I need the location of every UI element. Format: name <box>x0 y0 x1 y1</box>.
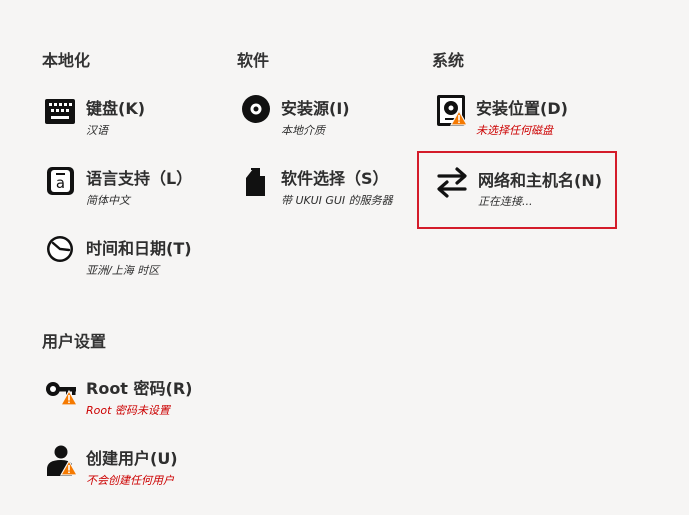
spoke-network-hostname-status: 正在连接... <box>478 195 533 208</box>
spoke-install-source-title: 安装源(I) <box>281 99 350 118</box>
spoke-user-creation-title: 创建用户(U) <box>86 449 178 468</box>
clock-icon <box>47 236 73 262</box>
spoke-software-selection-status: 带 UKUI GUI 的服务器 <box>281 194 393 207</box>
spoke-install-source[interactable]: 安装源(I) 本地介质 <box>237 95 433 165</box>
key-warning-icon <box>46 382 78 406</box>
spoke-datetime[interactable]: 时间和日期(T) 亚洲/上海 时区 <box>42 235 238 305</box>
spoke-install-source-status: 本地介质 <box>281 124 325 137</box>
section-title-software: 软件 <box>237 51 270 70</box>
network-arrows-icon <box>437 167 467 198</box>
spoke-software-selection-title: 软件选择（S） <box>281 169 389 188</box>
package-icon <box>246 168 265 196</box>
spoke-keyboard-status: 汉语 <box>86 124 108 137</box>
spoke-network-hostname-title: 网络和主机名(N) <box>478 171 603 190</box>
spoke-keyboard-title: 键盘(K) <box>86 99 146 118</box>
spoke-language-title: 语言支持（L） <box>86 169 193 188</box>
spoke-software-selection[interactable]: 软件选择（S） 带 UKUI GUI 的服务器 <box>237 165 433 235</box>
svg-text:a: a <box>56 174 65 192</box>
section-title-localization: 本地化 <box>42 51 91 70</box>
spoke-install-destination-status: 未选择任何磁盘 <box>476 124 553 137</box>
spoke-datetime-title: 时间和日期(T) <box>86 239 192 258</box>
spoke-user-creation[interactable]: 创建用户(U) 不会创建任何用户 <box>42 445 238 515</box>
language-icon: a <box>47 167 74 195</box>
harddisk-warning-icon <box>437 95 468 126</box>
spoke-datetime-status: 亚洲/上海 时区 <box>86 264 160 277</box>
user-warning-icon <box>47 445 78 476</box>
spoke-network-hostname[interactable]: 网络和主机名(N) 正在连接... <box>417 151 617 229</box>
section-title-user-settings: 用户设置 <box>42 332 107 351</box>
spoke-install-destination-title: 安装位置(D) <box>476 99 568 118</box>
spoke-root-password-title: Root 密码(R) <box>86 379 193 398</box>
spoke-root-password-status: Root 密码未设置 <box>86 404 170 417</box>
spoke-keyboard[interactable]: 键盘(K) 汉语 <box>42 95 238 165</box>
section-title-system: 系统 <box>432 51 465 70</box>
disc-icon <box>242 95 270 123</box>
spoke-language[interactable]: a 语言支持（L） 简体中文 <box>42 165 238 235</box>
spoke-language-status: 简体中文 <box>86 194 130 207</box>
spoke-user-creation-status: 不会创建任何用户 <box>86 474 174 487</box>
spoke-root-password[interactable]: Root 密码(R) Root 密码未设置 <box>42 375 238 445</box>
keyboard-icon <box>45 99 75 124</box>
